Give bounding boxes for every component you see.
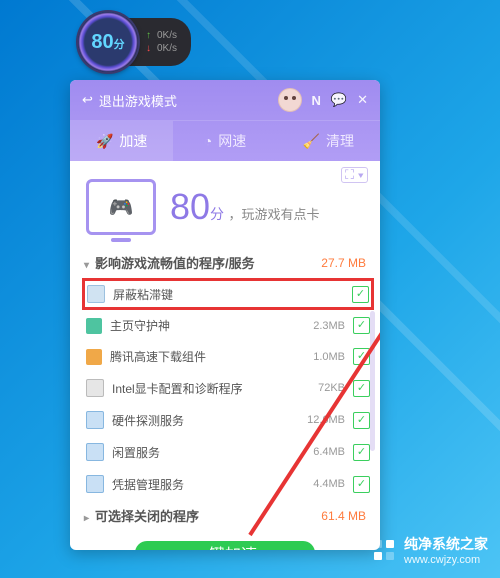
section-size: 61.4 MB [321, 509, 366, 523]
checkbox[interactable]: ✓ [353, 444, 370, 461]
checkbox[interactable]: ✓ [353, 380, 370, 397]
score-ring[interactable]: 80分 [78, 12, 138, 72]
panel-header: ↩ 退出游戏模式 N 💬 ✕ 🚀 加速 ◔ 网速 🧹 清理 [70, 80, 380, 161]
watermark: 纯净系统之家 www.cwjzy.com [372, 534, 488, 566]
letter-n-icon[interactable]: N [312, 93, 321, 108]
tab-label: 网速 [218, 131, 246, 151]
box-icon [86, 349, 102, 365]
list-item[interactable]: 主页守护神 2.3MB ✓ [84, 310, 372, 341]
rocket-icon: 🚀 [96, 133, 113, 150]
checkbox[interactable]: ✓ [353, 317, 370, 334]
item-size: 2.3MB [295, 320, 345, 332]
list-item[interactable]: 硬件探测服务 12.6MB ✓ [84, 404, 372, 436]
accelerate-label: 一键加速 [193, 541, 257, 550]
main-score-unit: 分 [210, 206, 224, 222]
exit-label: 退出游戏模式 [99, 91, 177, 110]
gear-icon [86, 379, 104, 397]
chat-bubble-icon[interactable]: 💬 [331, 92, 347, 108]
item-name: 屏蔽粘滞键 [113, 286, 286, 303]
checkbox[interactable]: ✓ [353, 412, 370, 429]
ring-score: 80 [91, 31, 113, 53]
exit-game-mode-button[interactable]: ↩ 退出游戏模式 [82, 91, 177, 110]
list-item[interactable]: Intel显卡配置和诊断程序 72KB ✓ [84, 372, 372, 404]
item-name: 闲置服务 [112, 444, 287, 461]
monitor-icon: 🎮 [86, 179, 156, 235]
back-arrow-icon: ↩ [82, 92, 93, 108]
item-name: 凭据管理服务 [112, 476, 287, 493]
tab-label: 清理 [326, 131, 354, 151]
item-name: 硬件探测服务 [112, 412, 287, 429]
doc-icon [86, 411, 104, 429]
tab-cleanup[interactable]: 🧹 清理 [277, 121, 380, 161]
item-size: 72KB [295, 382, 345, 394]
section-title: 可选择关闭的程序 [95, 509, 199, 524]
gauge-icon: ◔ [204, 133, 212, 149]
download-speed: 0K/s [157, 43, 177, 54]
download-arrow-icon: ↓ [146, 43, 151, 54]
upload-arrow-icon: ↑ [146, 30, 151, 41]
list-item[interactable]: 凭据管理服务 4.4MB ✓ [84, 468, 372, 500]
section-header-impact[interactable]: ▾ 影响游戏流畅值的程序/服务 27.7 MB [70, 247, 380, 278]
main-score: 80 [170, 186, 210, 227]
item-size: 12.6MB [295, 414, 345, 426]
chevron-down-icon: ▾ [84, 260, 89, 271]
upload-speed: 0K/s [157, 30, 177, 41]
chevron-right-icon: ▸ [84, 513, 89, 524]
checkbox[interactable]: ✓ [353, 348, 370, 365]
item-name: Intel显卡配置和诊断程序 [112, 380, 287, 397]
game-mode-panel: ↩ 退出游戏模式 N 💬 ✕ 🚀 加速 ◔ 网速 🧹 清理 [70, 80, 380, 550]
item-name: 主页守护神 [110, 317, 287, 334]
doc-icon [86, 443, 104, 461]
score-comment: ，玩游戏有点卡 [229, 207, 320, 222]
brand-name: 纯净系统之家 [404, 534, 488, 554]
checkbox[interactable]: ✓ [353, 476, 370, 493]
brand-url: www.cwjzy.com [404, 554, 488, 566]
brand-logo-icon [372, 538, 396, 562]
panel-body: ⛶ ▾ 🎮 80分 ，玩游戏有点卡 ▾ 影响游戏流畅值的程序/服务 27.7 MB… [70, 161, 380, 550]
mascot-icon[interactable] [278, 88, 302, 112]
item-name: 腾讯高速下载组件 [110, 348, 287, 365]
item-size: 6.4MB [295, 446, 345, 458]
section-title: 影响游戏流畅值的程序/服务 [95, 256, 255, 271]
ring-unit: 分 [114, 39, 125, 51]
tab-netspeed[interactable]: ◔ 网速 [173, 121, 276, 161]
accelerate-button[interactable]: 一键加速 [135, 541, 315, 550]
floating-score-widget[interactable]: 80分 ↑ 0K/s ↓ 0K/s [78, 12, 191, 72]
list-item[interactable]: 腾讯高速下载组件 1.0MB ✓ [84, 341, 372, 372]
score-block: 🎮 80分 ，玩游戏有点卡 [70, 161, 380, 247]
section-header-optional[interactable]: ▸ 可选择关闭的程序 61.4 MB [70, 500, 380, 531]
doc-icon [86, 475, 104, 493]
tab-accelerate[interactable]: 🚀 加速 [70, 121, 173, 161]
scrollbar[interactable] [370, 311, 375, 451]
close-icon[interactable]: ✕ [357, 92, 368, 108]
item-size: 4.4MB [295, 478, 345, 490]
broom-icon: 🧹 [303, 133, 320, 150]
list-item[interactable]: 闲置服务 6.4MB ✓ [84, 436, 372, 468]
tab-label: 加速 [119, 131, 147, 151]
checkbox[interactable]: ✓ [352, 286, 369, 303]
list-item[interactable]: 屏蔽粘滞键 ✓ [82, 278, 374, 310]
shield-icon [86, 318, 102, 334]
section-size: 27.7 MB [321, 256, 366, 270]
screen-icon [87, 285, 105, 303]
tab-bar: 🚀 加速 ◔ 网速 🧹 清理 [70, 120, 380, 161]
item-size: 1.0MB [295, 351, 345, 363]
screen-mode-icon[interactable]: ⛶ ▾ [341, 167, 368, 183]
impact-list: 屏蔽粘滞键 ✓ 主页守护神 2.3MB ✓ 腾讯高速下载组件 1.0MB ✓ I… [70, 278, 380, 500]
